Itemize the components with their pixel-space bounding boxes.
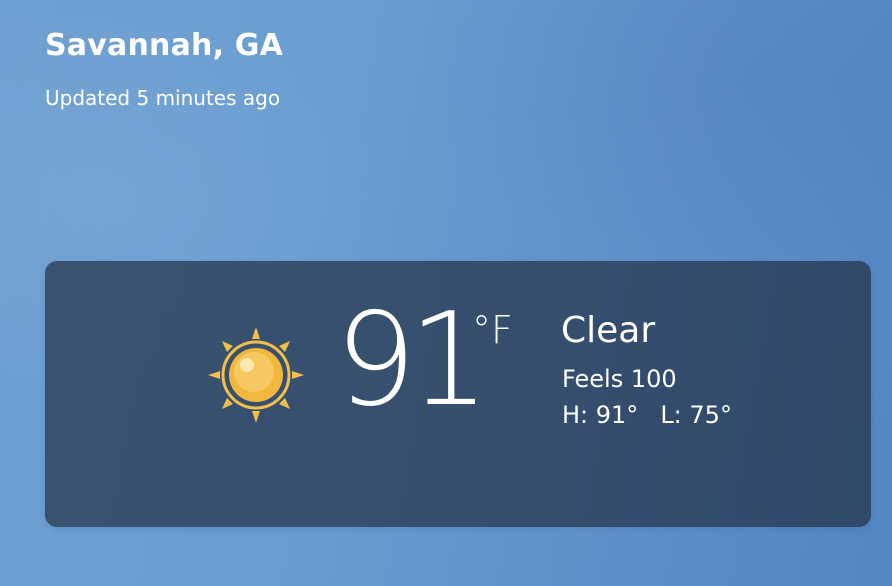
location-title: Savannah, GA: [45, 28, 284, 63]
high-low: H: 91° L: 75°: [562, 403, 732, 427]
updated-timestamp: Updated 5 minutes ago: [45, 86, 281, 110]
temperature-value: 91: [335, 286, 490, 435]
low-temp: L: 75°: [660, 401, 732, 429]
sun-icon: [204, 323, 308, 427]
high-temp: H: 91°: [562, 401, 639, 429]
temperature-unit: °F: [472, 308, 513, 352]
condition-label: Clear: [561, 310, 656, 351]
feels-like: Feels 100: [562, 365, 677, 393]
current-weather-card: 91 °F Clear Feels 100 H: 91° L: 75°: [45, 261, 871, 527]
